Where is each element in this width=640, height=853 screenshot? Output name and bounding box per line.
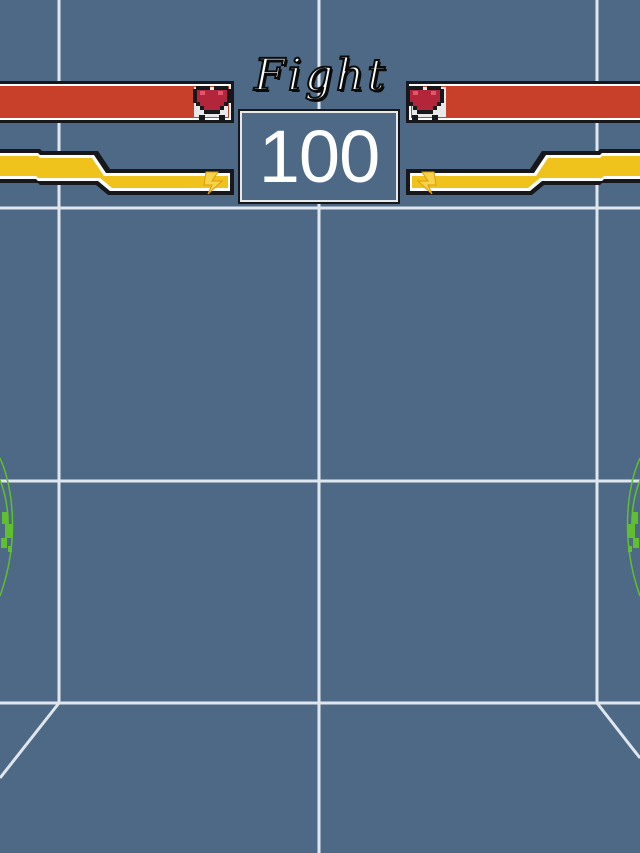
energy-bar-right [406, 149, 640, 195]
floor-edge-left [0, 702, 61, 779]
fight-title: Fight [253, 49, 388, 102]
fighter-left-silhouette [0, 457, 14, 597]
heart-icon [193, 86, 231, 121]
timer-value: 100 [258, 114, 380, 198]
fighter-right-silhouette [626, 457, 640, 597]
game-stage: Fight 100 [0, 0, 640, 853]
energy-bar-left [0, 149, 234, 195]
round-timer: 100 [238, 109, 400, 204]
floor-edge-right [595, 702, 640, 759]
heart-icon [406, 86, 444, 121]
